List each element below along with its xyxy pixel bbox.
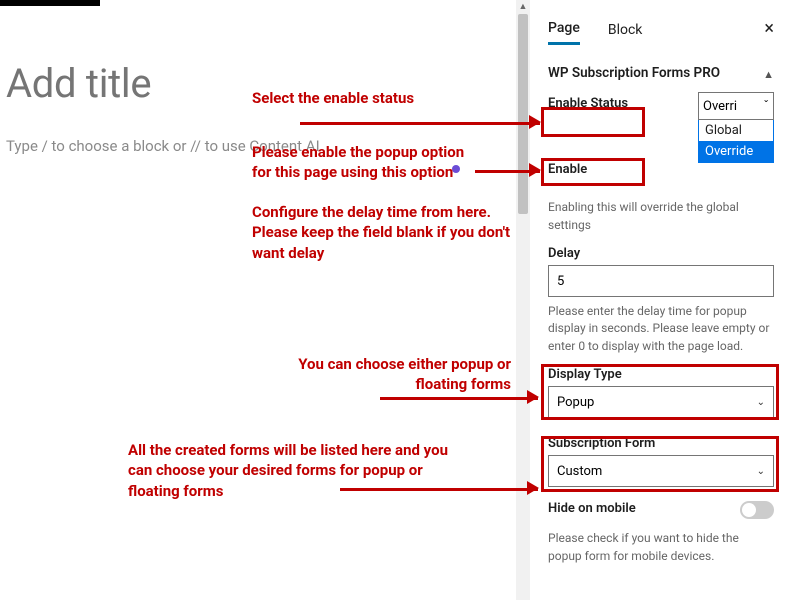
annotation-text: Please enable the popup option for this … — [252, 142, 482, 183]
subscription-form-select[interactable]: Custom ⌄ — [548, 455, 774, 487]
delay-input[interactable] — [548, 265, 774, 297]
enable-status-select[interactable]: Overri ˇ — [698, 92, 774, 120]
annotation-text: Configure the delay time from here. Plea… — [252, 202, 512, 263]
subscription-form-label: Subscription Form — [548, 436, 774, 451]
subscription-form-value: Custom — [557, 464, 602, 479]
annotation-text: You can choose either popup or floating … — [296, 354, 511, 395]
field-enable-status: Enable Status Overri ˇ Global Override — [548, 96, 774, 132]
enable-status-dropdown: Global Override — [698, 120, 774, 163]
display-type-select[interactable]: Popup ⌄ — [548, 386, 774, 418]
field-display-type: Display Type Popup ⌄ — [548, 367, 774, 418]
panel-title: WP Subscription Forms PRO — [548, 64, 720, 82]
option-override[interactable]: Override — [699, 141, 773, 162]
hide-mobile-help: Please check if you want to hide the pop… — [548, 530, 774, 565]
chevron-down-icon: ⌄ — [757, 466, 765, 477]
vertical-scrollbar[interactable]: ▲ — [516, 0, 530, 600]
panel-header[interactable]: WP Subscription Forms PRO ▲ — [548, 64, 774, 82]
hide-mobile-toggle[interactable] — [740, 501, 774, 519]
field-enable: Enable Enabling this will override the g… — [548, 162, 774, 234]
chevron-up-icon[interactable]: ▲ — [763, 68, 774, 81]
settings-sidebar: Page Block × WP Subscription Forms PRO ▲… — [530, 0, 788, 600]
tab-page[interactable]: Page — [548, 14, 580, 45]
field-hide-mobile: Hide on mobile Please check if you want … — [548, 501, 774, 565]
annotation-text: All the created forms will be listed her… — [128, 440, 473, 501]
enable-help: Enabling this will override the global s… — [548, 199, 774, 234]
chevron-down-icon: ⌄ — [757, 397, 765, 408]
field-delay: Delay Please enter the delay time for po… — [548, 246, 774, 355]
enable-label: Enable — [548, 162, 774, 177]
option-global[interactable]: Global — [699, 120, 773, 141]
sidebar-tabs: Page Block × — [548, 14, 774, 46]
display-type-label: Display Type — [548, 367, 774, 382]
field-subscription-form: Subscription Form Custom ⌄ — [548, 436, 774, 487]
scroll-up-icon[interactable]: ▲ — [516, 0, 530, 14]
tab-block[interactable]: Block — [608, 16, 643, 44]
enable-status-value: Overri — [703, 99, 737, 114]
display-type-value: Popup — [557, 395, 594, 410]
delay-label: Delay — [548, 246, 774, 261]
annotation-text: Select the enable status — [252, 88, 414, 108]
chevron-down-icon: ˇ — [763, 99, 769, 114]
delay-help: Please enter the delay time for popup di… — [548, 303, 774, 355]
scroll-thumb[interactable] — [518, 14, 528, 214]
close-icon[interactable]: × — [764, 18, 774, 39]
